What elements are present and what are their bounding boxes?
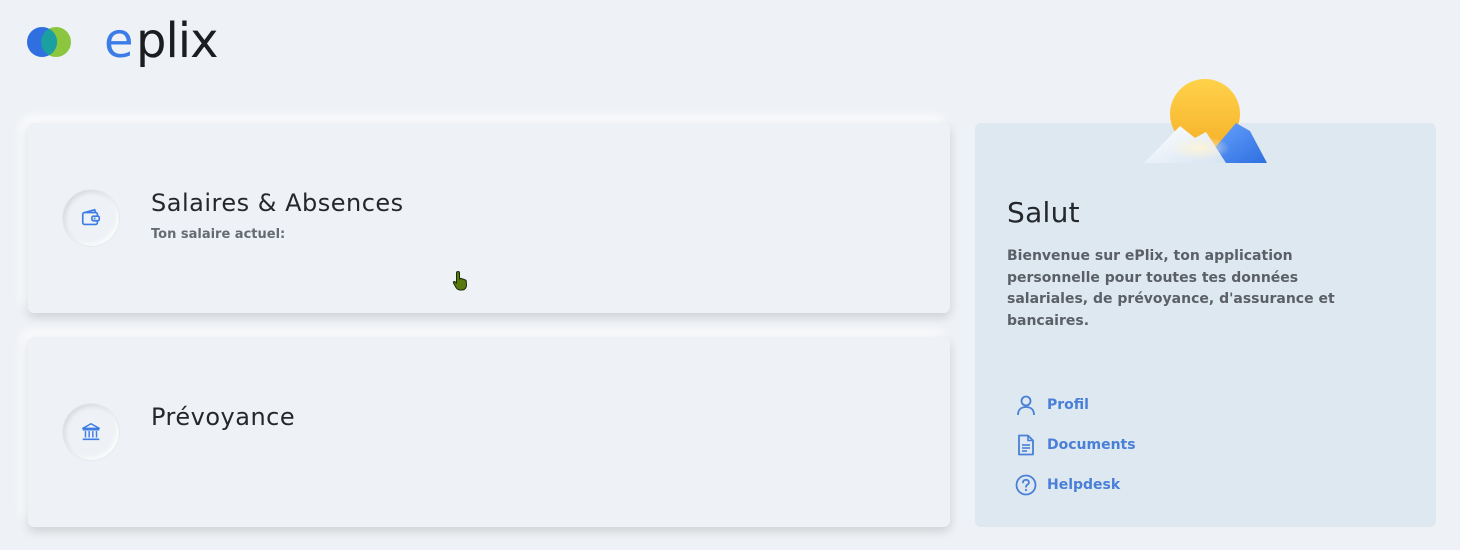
card-subtitle: Ton salaire actuel: xyxy=(151,227,286,242)
welcome-text: Bienvenue sur ePlix, ton application per… xyxy=(1007,248,1335,329)
welcome-panel: Salut Bienvenue sur ePlix, ton applicati… xyxy=(975,123,1436,527)
salaires-absences-card[interactable]: Salaires & Absences Ton salaire actuel: xyxy=(28,123,950,313)
document-icon xyxy=(1015,434,1037,456)
sun-mountains-icon xyxy=(1140,78,1272,172)
wallet-icon-circle xyxy=(63,190,119,246)
panel-links: Profil Documents Helpdesk xyxy=(1015,385,1136,505)
eplix-logo-icon: e plix xyxy=(27,16,219,68)
hand-cursor-icon xyxy=(452,270,470,296)
help-icon xyxy=(1015,474,1037,496)
wallet-icon xyxy=(81,208,101,226)
documents-link-label: Documents xyxy=(1047,437,1136,453)
logo-text-e: e xyxy=(104,16,134,68)
profil-link[interactable]: Profil xyxy=(1015,385,1136,425)
documents-link[interactable]: Documents xyxy=(1015,425,1136,465)
prevoyance-card[interactable]: Prévoyance xyxy=(28,337,950,527)
bank-icon-circle xyxy=(63,404,119,460)
helpdesk-link[interactable]: Helpdesk xyxy=(1015,465,1136,505)
helpdesk-link-label: Helpdesk xyxy=(1047,477,1121,493)
greeting-title: Salut xyxy=(1007,196,1080,229)
card-title: Salaires & Absences xyxy=(151,189,404,217)
profil-link-label: Profil xyxy=(1047,397,1089,413)
card-title: Prévoyance xyxy=(151,403,296,431)
svg-text:plix: plix xyxy=(136,16,218,68)
eplix-logo[interactable]: e plix xyxy=(26,16,266,68)
bank-icon xyxy=(82,423,100,441)
user-icon xyxy=(1015,394,1037,416)
